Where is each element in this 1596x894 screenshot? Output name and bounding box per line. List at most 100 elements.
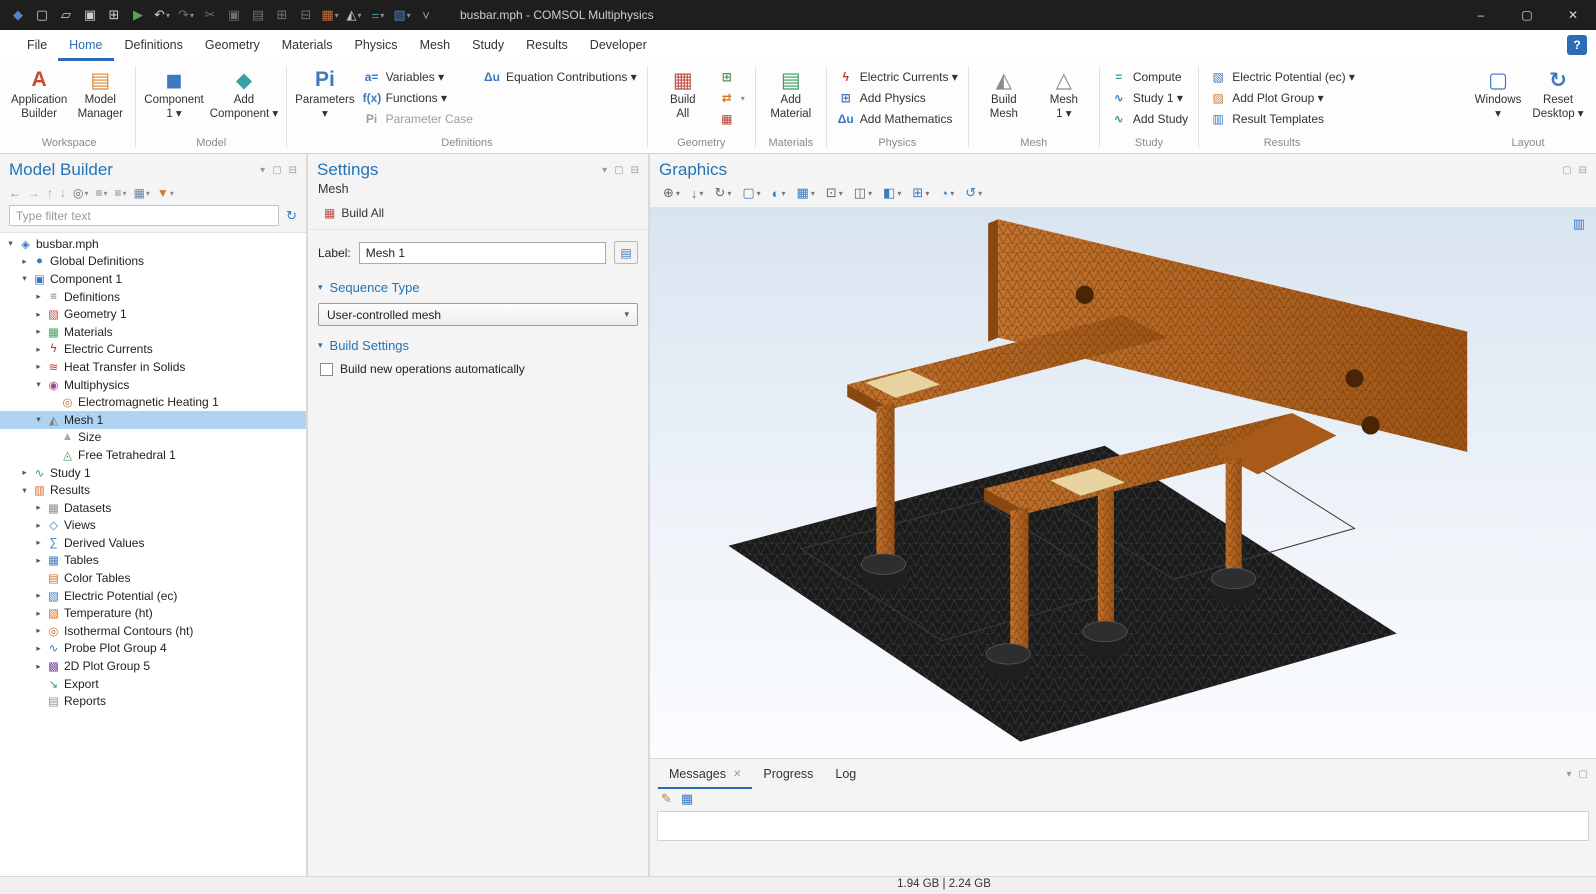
tree-chevron-icon[interactable]: ▸ (32, 361, 45, 372)
tree-temperature-ht[interactable]: ▸ ▨ Temperature (ht) (0, 604, 306, 622)
tab-physics[interactable]: Physics (343, 30, 408, 61)
tab-mesh[interactable]: Mesh (409, 30, 462, 61)
tree-chevron-icon[interactable]: ▾ (32, 414, 45, 425)
dock-panel-icon[interactable]: ⊟ (289, 165, 297, 176)
transparency-icon[interactable]: ◫ (850, 183, 876, 203)
move-up-icon[interactable]: ↑ (47, 186, 53, 200)
new-file-icon[interactable]: ▢ (30, 3, 54, 27)
node-grid-icon[interactable]: ▦ (134, 186, 150, 200)
duplicate-icon[interactable]: ⊞ (270, 3, 294, 27)
plot-icon[interactable]: ▧ (390, 3, 414, 27)
scene-light-icon[interactable]: ◐ (768, 184, 790, 203)
equation-contributions-button[interactable]: Δu Equation Contributions ▾ (478, 67, 642, 87)
update-icon[interactable]: ↺ (961, 183, 986, 203)
parameters-button[interactable]: Pi Parameters ▾ (292, 62, 357, 123)
windows-button[interactable]: ▢ Windows ▾ (1468, 62, 1528, 123)
delete-icon[interactable]: ⊟ (294, 3, 318, 27)
compute-icon[interactable]: = (366, 3, 390, 27)
tree-mesh-1[interactable]: ▾ ◭ Mesh 1 (0, 411, 306, 429)
panel-menu-icon[interactable]: ▾ (602, 165, 607, 176)
add-study-button[interactable]: ∿ Add Study (1105, 109, 1193, 129)
mesh-1-button[interactable]: △ Mesh 1 ▾ (1034, 62, 1094, 123)
tab-file[interactable]: File (16, 30, 58, 61)
tree-chevron-icon[interactable]: ▸ (32, 608, 45, 619)
import-geometry-icon[interactable]: ⊞ (713, 67, 750, 87)
tree-datasets[interactable]: ▸ ▦ Datasets (0, 499, 306, 517)
add-plot-group-button[interactable]: ▨ Add Plot Group ▾ (1204, 88, 1360, 108)
build-all-button[interactable]: ▦ Build All (653, 62, 713, 123)
tree-chevron-icon[interactable]: ▾ (32, 379, 45, 390)
tab-home[interactable]: Home (58, 30, 113, 61)
redo-icon[interactable]: ↷ (174, 3, 198, 27)
graphics-canvas[interactable]: ▥ (650, 207, 1596, 758)
electric-currents-button[interactable]: ϟ Electric Currents ▾ (832, 67, 963, 87)
tree-chevron-icon[interactable]: ▾ (4, 238, 17, 249)
tree-chevron-icon[interactable]: ▸ (18, 256, 31, 267)
tree-multiphysics[interactable]: ▾ ◉ Multiphysics (0, 376, 306, 394)
tree-definitions[interactable]: ▸ ≡ Definitions (0, 288, 306, 306)
float-panel-icon[interactable]: ▢ (614, 165, 623, 176)
copy-icon[interactable]: ▣ (222, 3, 246, 27)
tree-chevron-icon[interactable]: ▸ (32, 309, 45, 320)
component-1-button[interactable]: ◼ Component 1 ▾ (141, 62, 206, 123)
save-icon[interactable]: ▣ (78, 3, 102, 27)
tab-geometry[interactable]: Geometry (194, 30, 271, 61)
tree-chevron-icon[interactable]: ▾ (18, 485, 31, 496)
panel-menu-icon[interactable]: ▾ (260, 165, 265, 176)
paste-icon[interactable]: ▤ (246, 3, 270, 27)
tree-isothermal-contours-ht[interactable]: ▸ ◎ Isothermal Contours (ht) (0, 622, 306, 640)
undo-icon[interactable]: ↶ (150, 3, 174, 27)
tree-probe-plot-group-4[interactable]: ▸ ∿ Probe Plot Group 4 (0, 640, 306, 658)
cut-icon[interactable]: ✂ (198, 3, 222, 27)
remove-details-icon[interactable]: ▦ (713, 109, 750, 129)
add-physics-button[interactable]: ⊞ Add Physics (832, 88, 963, 108)
grid-icon[interactable]: ⊞ (908, 183, 933, 203)
open-file-icon[interactable]: ▱ (54, 3, 78, 27)
minimize-button[interactable]: – (1458, 0, 1504, 30)
model-manager-search-icon[interactable]: ⊞ (102, 3, 126, 27)
tree-global-definitions[interactable]: ▸ ● Global Definitions (0, 253, 306, 271)
tab-log[interactable]: Log (824, 759, 867, 789)
tree-chevron-icon[interactable]: ▸ (18, 467, 31, 478)
float-panel-icon[interactable]: ▢ (1579, 769, 1588, 780)
tab-messages[interactable]: Messages (658, 759, 752, 789)
tree-chevron-icon[interactable]: ▸ (32, 537, 45, 548)
tree-tables[interactable]: ▸ ▦ Tables (0, 552, 306, 570)
sequence-type-select[interactable]: User-controlled mesh (318, 303, 638, 326)
close-tab-icon[interactable] (733, 769, 741, 780)
clear-messages-icon[interactable]: ✎ (661, 791, 672, 807)
tree-study-1[interactable]: ▸ ∿ Study 1 (0, 464, 306, 482)
tree-chevron-icon[interactable]: ▸ (32, 502, 45, 513)
tree-chevron-icon[interactable]: ▸ (32, 661, 45, 672)
result-templates-button[interactable]: ▥ Result Templates (1204, 109, 1360, 129)
tree-color-tables[interactable]: ▤ Color Tables (0, 569, 306, 587)
application-builder-button[interactable]: A Application Builder (8, 62, 70, 123)
add-mathematics-button[interactable]: Δu Add Mathematics (832, 109, 963, 129)
comsol-logo-icon[interactable]: ◆ (6, 3, 30, 27)
tab-results[interactable]: Results (515, 30, 579, 61)
zoom-icon[interactable]: ⊕ (659, 183, 684, 203)
move-down-icon[interactable]: ↓ (60, 186, 66, 200)
tab-materials[interactable]: Materials (271, 30, 344, 61)
tree-heat-transfer-in-solids[interactable]: ▸ ≋ Heat Transfer in Solids (0, 358, 306, 376)
tree-size[interactable]: ▲ Size (0, 429, 306, 447)
filter-icon[interactable]: ▼ (157, 186, 174, 200)
tab-definitions[interactable]: Definitions (114, 30, 194, 61)
tree-geometry-1[interactable]: ▸ ▧ Geometry 1 (0, 305, 306, 323)
compute-button[interactable]: = Compute (1105, 67, 1193, 87)
close-button[interactable]: ✕ (1550, 0, 1596, 30)
build-mesh-button[interactable]: ◭ Build Mesh (974, 62, 1034, 123)
tree-electric-currents[interactable]: ▸ ϟ Electric Currents (0, 341, 306, 359)
float-panel-icon[interactable]: ▢ (272, 165, 281, 176)
tree-derived-values[interactable]: ▸ ∑ Derived Values (0, 534, 306, 552)
tab-developer[interactable]: Developer (579, 30, 658, 61)
tree-chevron-icon[interactable]: ▸ (32, 520, 45, 531)
tree-2d-plot-group-5[interactable]: ▸ ▩ 2D Plot Group 5 (0, 657, 306, 675)
variables-button[interactable]: a= Variables ▾ (358, 67, 478, 87)
tree-results[interactable]: ▾ ▥ Results (0, 481, 306, 499)
forward-icon[interactable]: → (28, 186, 40, 200)
model-manager-button[interactable]: ▤ Model Manager (70, 62, 130, 123)
build-all-button[interactable]: ▦ Build All (318, 204, 390, 222)
rename-button[interactable]: ▤ (614, 241, 638, 264)
label-input[interactable] (359, 242, 606, 264)
